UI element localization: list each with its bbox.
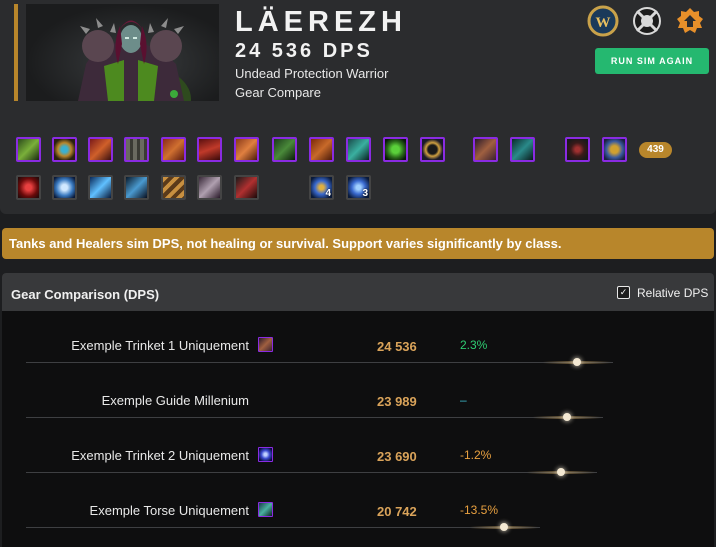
run-sim-again-button[interactable]: RUN SIM AGAIN: [595, 48, 709, 74]
comparison-row: Exemple Trinket 1 Uniquement 24 536 2.3%: [2, 320, 714, 375]
row-dps: 24 536: [377, 339, 417, 354]
cloak-icon[interactable]: [124, 137, 149, 162]
row-label: Exemple Trinket 1 Uniquement: [71, 338, 249, 353]
talent-1-icon[interactable]: [16, 175, 41, 200]
row-label: Exemple Guide Millenium: [101, 393, 249, 408]
row-track: [26, 362, 613, 363]
trinket-2-icon: [258, 447, 273, 462]
report-type: Gear Compare: [235, 85, 321, 100]
talent-7-icon[interactable]: [234, 175, 259, 200]
talent-3-icon[interactable]: [88, 175, 113, 200]
character-spec: Undead Protection Warrior: [235, 66, 389, 81]
ring-2-icon[interactable]: [420, 137, 445, 162]
relative-dps-checkbox[interactable]: ✓: [617, 286, 630, 299]
svg-text:W: W: [596, 15, 611, 31]
row-diff: -13.5%: [460, 503, 499, 517]
enchant-1-icon[interactable]: 4: [309, 175, 334, 200]
simc-logo-icon[interactable]: [674, 5, 706, 37]
comparison-row: Exemple Trinket 2 Uniquement 23 690 -1.2…: [2, 430, 714, 485]
gear-comparison-panel: Gear Comparison (DPS) ✓ Relative DPS Exe…: [2, 273, 714, 547]
waist-icon[interactable]: [272, 137, 297, 162]
main-hand-icon[interactable]: [565, 137, 590, 162]
row-dps: 20 742: [377, 504, 417, 519]
panel-title: Gear Comparison (DPS): [11, 287, 160, 302]
row-track: [26, 472, 597, 473]
item-level-badge: 439: [639, 142, 672, 158]
chest-icon[interactable]: [161, 137, 186, 162]
comparison-row: Exemple Guide Millenium 23 989 –: [2, 375, 714, 430]
helm-icon[interactable]: [16, 137, 41, 162]
trinket-1-icon: [258, 337, 273, 352]
row-diff: –: [460, 393, 467, 407]
talent-2-icon[interactable]: [52, 175, 77, 200]
row-label: Exemple Trinket 2 Uniquement: [71, 448, 249, 463]
wrist-icon[interactable]: [197, 137, 222, 162]
chest-icon: [258, 502, 273, 517]
stack-count: 4: [325, 188, 331, 199]
talent-4-icon[interactable]: [124, 175, 149, 200]
trinket-1-icon[interactable]: [473, 137, 498, 162]
relative-dps-label[interactable]: Relative DPS: [637, 286, 708, 300]
neck-icon[interactable]: [52, 137, 77, 162]
row-dps: 23 989: [377, 394, 417, 409]
row-marker: [500, 523, 509, 531]
row-label: Exemple Torse Uniquement: [89, 503, 249, 518]
legs-icon[interactable]: [309, 137, 334, 162]
panel-header: Gear Comparison (DPS) ✓ Relative DPS: [2, 273, 714, 311]
row-track: [26, 527, 541, 528]
feet-icon[interactable]: [346, 137, 371, 162]
talent-5-icon[interactable]: [161, 175, 186, 200]
accent-bar: [14, 4, 18, 101]
character-name: LÄEREZH: [235, 6, 407, 38]
hands-icon[interactable]: [234, 137, 259, 162]
stack-count: 3: [362, 188, 368, 199]
talent-6-icon[interactable]: [197, 175, 222, 200]
wow-logo-icon[interactable]: W: [587, 5, 619, 37]
enchant-2-icon[interactable]: 3: [346, 175, 371, 200]
row-marker: [556, 468, 565, 476]
shoulder-icon[interactable]: [88, 137, 113, 162]
row-track: [26, 417, 603, 418]
comparison-row: Exemple Torse Uniquement 20 742 -13.5%: [2, 485, 714, 540]
row-marker: [572, 358, 581, 366]
row-diff: 2.3%: [460, 338, 488, 352]
character-portrait: [26, 4, 219, 101]
pvp-faction-icon[interactable]: [631, 5, 663, 37]
tank-healer-notice: Tanks and Healers sim DPS, not healing o…: [2, 228, 714, 259]
trinket-2-icon[interactable]: [510, 137, 535, 162]
dps-total: 24 536 DPS: [235, 40, 373, 62]
off-hand-shield-icon[interactable]: [602, 137, 627, 162]
row-dps: 23 690: [377, 449, 417, 464]
row-diff: -1.2%: [460, 448, 492, 462]
row-marker: [562, 413, 571, 421]
character-header: LÄEREZH 24 536 DPS Undead Protection War…: [0, 0, 716, 214]
ring-1-icon[interactable]: [383, 137, 408, 162]
